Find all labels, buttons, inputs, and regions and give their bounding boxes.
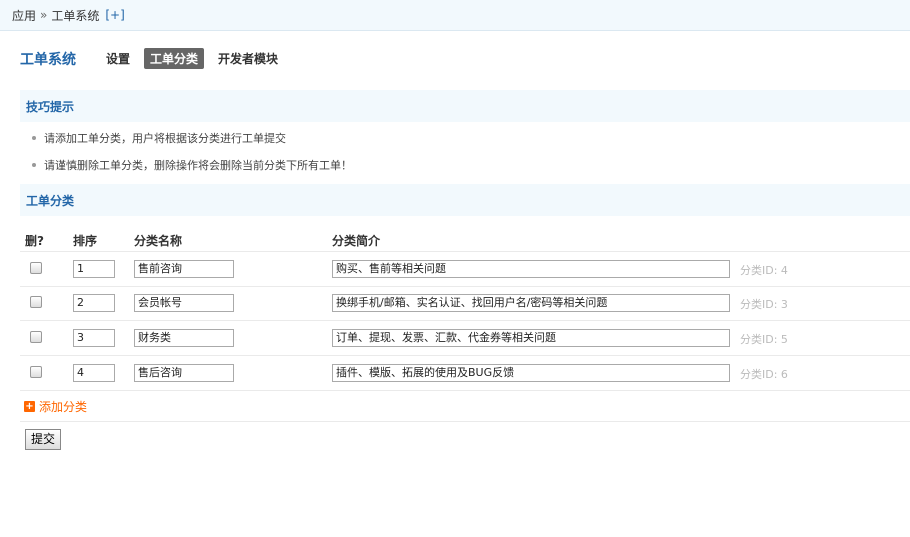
table-row: 4 售后咨询 插件、模版、拓展的使用及BUG反馈 分类ID: 6 [20,356,910,391]
breadcrumb-current[interactable]: 工单系统 [51,7,99,24]
col-order-header: 排序 [73,234,98,248]
divider [20,421,910,422]
order-input[interactable]: 2 [73,294,115,312]
breadcrumb-root[interactable]: 应用 [12,7,36,24]
category-desc-input[interactable]: 购买、售前等相关问题 [332,260,730,278]
page-title: 工单系统 [20,51,76,68]
delete-checkbox[interactable] [30,331,42,343]
category-desc-input[interactable]: 订单、提现、发票、汇款、代金券等相关问题 [332,329,730,347]
category-id: 分类ID: 6 [740,368,788,381]
delete-checkbox[interactable] [30,296,42,308]
category-id: 分类ID: 4 [740,264,788,277]
col-desc-header: 分类简介 [332,234,381,248]
table-row: 1 售前咨询 购买、售前等相关问题 分类ID: 4 [20,251,910,287]
table-row: 3 财务类 订单、提现、发票、汇款、代金券等相关问题 分类ID: 5 [20,321,910,356]
tip-text: 请添加工单分类，用户将根据该分类进行工单提交 [44,132,286,145]
category-section-title: 工单分类 [20,184,910,216]
tip-item: 请添加工单分类，用户将根据该分类进行工单提交 [32,130,286,146]
category-id: 分类ID: 3 [740,298,788,311]
col-delete-header: 删? [25,234,44,248]
category-name-input[interactable]: 售前咨询 [134,260,234,278]
nav-settings[interactable]: 设置 [100,48,136,69]
nav-ticket-categories[interactable]: 工单分类 [144,48,205,69]
bullet-icon [32,136,36,140]
add-category-label: 添加分类 [39,400,88,414]
category-desc-input[interactable]: 换绑手机/邮箱、实名认证、找回用户名/密码等相关问题 [332,294,730,312]
page-header: 工单系统 设置 工单分类 开发者模块 [20,48,292,69]
nav-developer-module[interactable]: 开发者模块 [212,48,284,69]
add-category-link[interactable]: + 添加分类 [24,398,87,415]
order-input[interactable]: 4 [73,364,115,382]
tip-item: 请谨慎删除工单分类，删除操作将会删除当前分类下所有工单！ [32,157,352,173]
breadcrumb-separator: » [40,8,48,22]
tip-text: 请谨慎删除工单分类，删除操作将会删除当前分类下所有工单！ [44,159,352,172]
submit-button[interactable]: 提交 [25,429,62,450]
category-desc-input[interactable]: 插件、模版、拓展的使用及BUG反馈 [332,364,730,382]
order-input[interactable]: 3 [73,329,115,347]
category-name-input[interactable]: 会员帐号 [134,294,234,312]
bullet-icon [32,163,36,167]
table-header: 删? 排序 分类名称 分类简介 [20,232,910,251]
order-input[interactable]: 1 [73,260,115,278]
delete-checkbox[interactable] [30,366,42,378]
tips-section-title: 技巧提示 [20,90,910,122]
add-shortcut-link[interactable]: [+] [105,8,124,22]
category-name-input[interactable]: 售后咨询 [134,364,234,382]
category-name-input[interactable]: 财务类 [134,329,234,347]
category-id: 分类ID: 5 [740,333,788,346]
plus-icon: + [24,401,35,412]
table-row: 2 会员帐号 换绑手机/邮箱、实名认证、找回用户名/密码等相关问题 分类ID: … [20,286,910,321]
breadcrumb: 应用 » 工单系统 [+] [0,0,910,31]
delete-checkbox[interactable] [30,262,42,274]
col-name-header: 分类名称 [134,234,183,248]
